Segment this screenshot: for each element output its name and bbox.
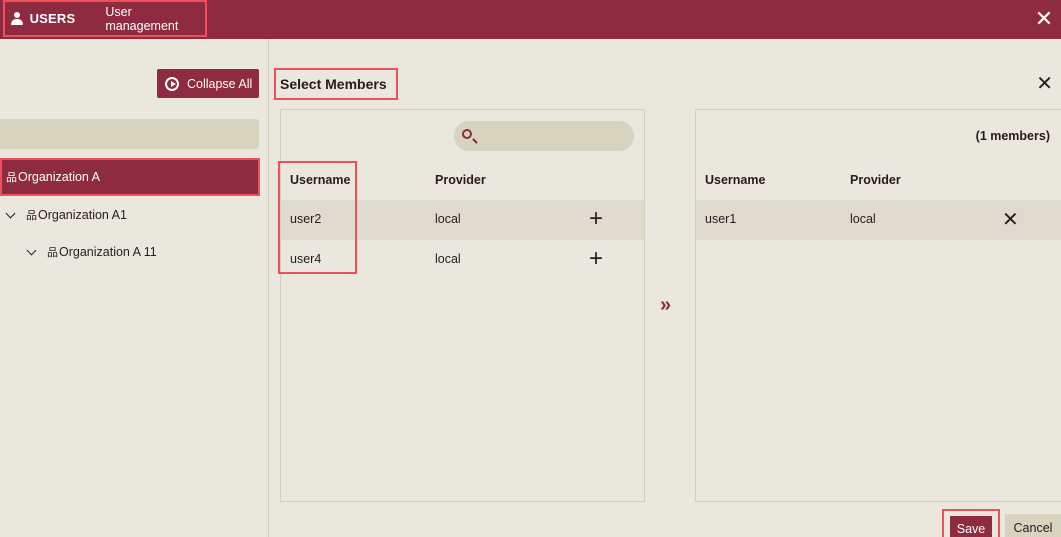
select-members-dialog: Select Members ✕ Username Provider user2… xyxy=(270,39,1061,537)
provider-cell: local xyxy=(850,212,876,226)
provider-cell: local xyxy=(435,252,461,266)
search-icon xyxy=(462,129,472,139)
dialog-title: Select Members xyxy=(274,68,398,100)
column-header-provider[interactable]: Provider xyxy=(850,173,901,187)
app-title: USERS xyxy=(29,11,76,26)
chevron-down-icon[interactable] xyxy=(26,245,37,255)
tree-item-organization-a1[interactable]: 品 Organization A1 xyxy=(5,205,127,225)
provider-cell: local xyxy=(435,212,461,226)
tree-item-organization-a[interactable]: 品 Organization A xyxy=(0,158,260,196)
chevron-down-icon[interactable] xyxy=(5,208,16,218)
save-button-highlight: Save xyxy=(942,509,1000,537)
close-icon[interactable]: ✕ xyxy=(1031,6,1057,32)
org-icon: 品 xyxy=(26,210,37,222)
org-icon: 品 xyxy=(47,247,58,259)
collapse-all-button[interactable]: Collapse All xyxy=(157,69,259,98)
add-icon[interactable]: + xyxy=(589,206,603,232)
close-icon[interactable]: ✕ xyxy=(1036,74,1053,94)
remove-icon[interactable]: ✕ xyxy=(1002,208,1019,232)
column-header-username[interactable]: Username xyxy=(705,173,765,187)
column-header-provider[interactable]: Provider xyxy=(435,173,486,187)
double-chevron-right-icon[interactable]: » xyxy=(660,294,671,317)
tree-item-organization-a11[interactable]: 品 Organization A 11 xyxy=(26,242,157,262)
user-search-field[interactable] xyxy=(454,121,634,151)
top-bar: USERS User management ✕ xyxy=(0,0,1061,39)
user-search-input[interactable] xyxy=(482,121,630,151)
sidebar: Collapse All 品 Organization A 品 Organiza… xyxy=(0,39,269,537)
add-icon[interactable]: + xyxy=(589,246,603,272)
tree-item-label: Organization A 11 xyxy=(59,245,157,259)
collapse-all-label: Collapse All xyxy=(187,76,253,91)
play-circle-icon xyxy=(165,76,179,91)
save-button[interactable]: Save xyxy=(950,516,992,537)
app-brand: USERS User management xyxy=(3,0,207,37)
tree-item-label: Organization A1 xyxy=(38,208,127,222)
app-subtitle: User management xyxy=(105,4,179,33)
cancel-button[interactable]: Cancel xyxy=(1005,514,1061,537)
table-row[interactable]: user1 local ✕ xyxy=(696,200,1061,240)
selected-members-panel: (1 members) Username Provider user1 loca… xyxy=(695,109,1061,502)
tree-item-label: Organization A xyxy=(18,170,100,184)
org-icon: 品 xyxy=(6,172,17,184)
username-cell: user1 xyxy=(705,212,737,226)
user-icon xyxy=(10,11,24,26)
tree-search-input[interactable] xyxy=(0,119,259,149)
members-count: (1 members) xyxy=(975,129,1050,143)
username-column-highlight xyxy=(278,161,357,274)
